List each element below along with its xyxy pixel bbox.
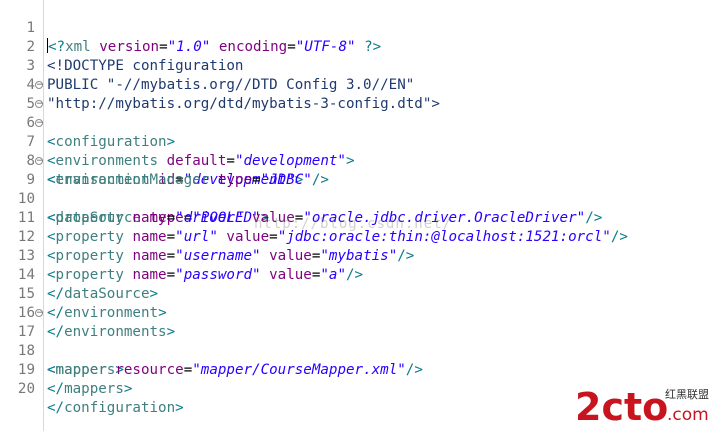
code-line-11[interactable]: 11 <property name="url" value="jdbc:orac…: [0, 190, 713, 245]
code-line-2[interactable]: 2 <!DOCTYPE configuration: [0, 19, 713, 74]
code-line-17[interactable]: 17 − <mappers>: [0, 304, 713, 379]
code-line-5[interactable]: 5 − <configuration>: [0, 76, 713, 151]
code-line-20[interactable]: 20 </configuration>: [0, 361, 713, 416]
code-line-16[interactable]: 16 </environments>: [0, 285, 713, 340]
svg-text:.com: .com: [667, 405, 709, 425]
fold-toggle-icon[interactable]: −: [35, 81, 44, 90]
code-line-19[interactable]: 19 </mappers>: [0, 342, 713, 397]
code-line-4[interactable]: 4 "http://mybatis.org/dtd/mybatis-3-conf…: [0, 57, 713, 112]
code-line-15[interactable]: 15 </environment>: [0, 266, 713, 321]
line-number: 20: [17, 381, 35, 397]
code-line-14[interactable]: 14 </dataSource>: [0, 247, 713, 302]
code-line-3[interactable]: 3 PUBLIC "-//mybatis.org//DTD Config 3.0…: [0, 38, 713, 93]
fold-toggle-icon[interactable]: −: [35, 309, 44, 318]
code-line-18[interactable]: 18 <mapper resource="mapper/CourseMapper…: [0, 323, 713, 378]
code-line-6[interactable]: 6 − <environments default="development">: [0, 95, 713, 170]
code-line-10[interactable]: 10 <property name="driver" value="oracle…: [0, 171, 713, 226]
svg-text:2cto: 2cto: [575, 385, 668, 428]
fold-toggle-icon[interactable]: −: [35, 100, 44, 109]
svg-text:红黑联盟: 红黑联盟: [665, 388, 709, 401]
code-line-1[interactable]: 1 <?xml version="1.0" encoding="UTF-8" ?…: [0, 0, 713, 55]
site-logo: 2cto .com 红黑联盟: [575, 380, 711, 429]
logo-graphic: 2cto .com 红黑联盟: [575, 385, 709, 429]
code-line-9[interactable]: 9 − <dataSource type="POOLED">: [0, 152, 713, 227]
code-editor[interactable]: 1 <?xml version="1.0" encoding="UTF-8" ?…: [0, 0, 713, 416]
code-line-8[interactable]: 8 <transactionManager type="JDBC"/>: [0, 133, 713, 188]
blog-watermark: http://blog.csdn.net/: [254, 216, 453, 232]
fold-toggle-icon[interactable]: −: [35, 157, 44, 166]
code-line-7[interactable]: 7 − <environment id="development">: [0, 114, 713, 189]
fold-toggle-icon[interactable]: −: [35, 119, 44, 128]
